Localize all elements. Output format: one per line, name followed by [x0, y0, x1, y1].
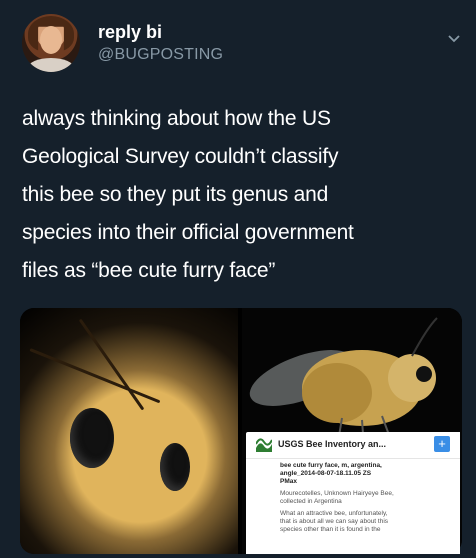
tweet-text-line: this bee so they put its genus and — [22, 183, 329, 206]
card-line: collected in Argentina — [280, 498, 342, 505]
usgs-inventory-card[interactable]: USGS Bee Inventory an... + bee cute furr… — [246, 432, 460, 554]
card-line: Mourecotelles, Unknown Hairyeye Bee, — [280, 490, 394, 497]
bee-closeup-photo[interactable] — [20, 308, 238, 554]
card-line: What an attractive bee, unfortunately, — [280, 510, 388, 517]
tweet-header: reply bi @BUGPOSTING — [18, 12, 460, 76]
card-line: angle_2014-08-07-18.11.05 ZS — [280, 470, 372, 477]
card-body: bee cute furry face, m, argentina, angle… — [280, 462, 452, 534]
card-title: USGS Bee Inventory an... — [278, 439, 387, 449]
avatar-shirt — [28, 58, 74, 72]
tweet-text-line: always thinking about how the US — [22, 107, 331, 130]
display-name[interactable]: reply bi — [98, 22, 162, 43]
avatar[interactable] — [22, 14, 80, 72]
card-line: bee cute furry face, m, argentina, — [280, 462, 382, 469]
card-header: USGS Bee Inventory an... + — [246, 432, 460, 459]
tweet-text-line: species into their official government — [22, 221, 354, 244]
tweet-text: always thinking about how the US Geologi… — [22, 100, 462, 290]
card-line: species other than it is found in the — [280, 526, 381, 533]
avatar-face — [40, 26, 62, 54]
bee-antenna — [78, 318, 145, 411]
bee-antenna — [29, 348, 161, 404]
usgs-logo-icon — [256, 438, 272, 452]
plus-icon[interactable]: + — [434, 436, 450, 452]
chevron-down-icon[interactable] — [446, 30, 462, 46]
user-handle[interactable]: @BUGPOSTING — [98, 46, 223, 64]
tweet-text-line: Geological Survey couldn’t classify — [22, 145, 339, 168]
bee-eye — [70, 408, 114, 468]
bee-eye — [160, 443, 190, 491]
card-line: that is about all we can say about this — [280, 518, 389, 525]
card-line: PMax — [280, 478, 297, 485]
tweet-text-line: files as “bee cute furry face” — [22, 259, 276, 282]
